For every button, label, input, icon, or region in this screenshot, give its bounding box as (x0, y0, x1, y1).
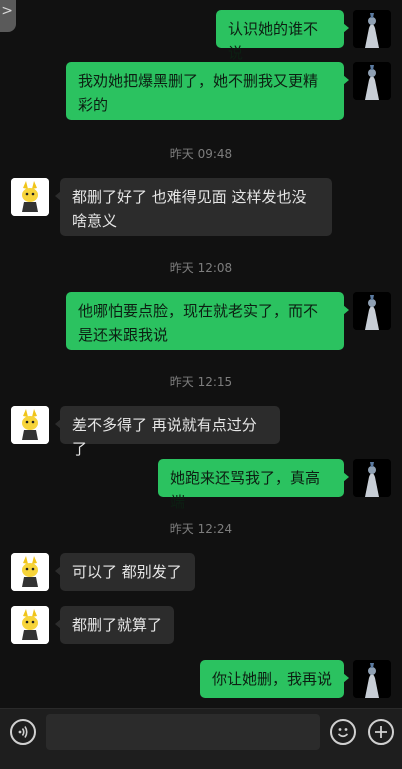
message-input[interactable] (46, 714, 320, 750)
message-bubble-sent[interactable]: 认识她的谁不说 (216, 10, 349, 62)
message-row: 她跑来还骂我了，真高端 (0, 459, 402, 511)
my-avatar[interactable] (353, 10, 391, 48)
contact-avatar[interactable] (11, 406, 49, 444)
message-bubble-received[interactable]: 都删了好了 也难得见面 这样发也没啥意义 (55, 178, 332, 236)
voice-button[interactable] (10, 719, 36, 745)
message-row: 都删了就算了 (0, 606, 402, 644)
timestamp: 昨天 09:48 (169, 147, 233, 161)
chat-area: > 认识她的谁不说 我劝她把爆黑删了，她不删我又更精彩的 昨天 09:48 都删… (0, 0, 402, 708)
message-row: 差不多得了 再说就有点过分了 (0, 406, 402, 458)
message-row: 都删了好了 也难得见面 这样发也没啥意义 (0, 178, 402, 236)
message-bubble-sent[interactable]: 他哪怕要点脸，现在就老实了，而不是还来跟我说 (66, 292, 349, 350)
my-avatar[interactable] (353, 292, 391, 330)
my-avatar[interactable] (353, 660, 391, 698)
my-avatar[interactable] (353, 62, 391, 100)
emoji-button[interactable] (330, 719, 356, 745)
message-bubble-received[interactable]: 差不多得了 再说就有点过分了 (55, 406, 280, 458)
message-row: 他哪怕要点脸，现在就老实了，而不是还来跟我说 (0, 292, 402, 350)
message-bubble-received[interactable]: 可以了 都别发了 (55, 553, 195, 591)
message-bubble-sent[interactable]: 你让她删，我再说 (200, 660, 349, 698)
input-bar (0, 708, 402, 769)
voice-icon (18, 726, 28, 738)
contact-avatar[interactable] (11, 178, 49, 216)
my-avatar[interactable] (353, 459, 391, 497)
contact-avatar[interactable] (11, 553, 49, 591)
message-row: 认识她的谁不说 (0, 10, 402, 62)
plus-icon (375, 726, 387, 738)
message-row: 可以了 都别发了 (0, 553, 402, 591)
message-row: 我劝她把爆黑删了，她不删我又更精彩的 (0, 62, 402, 120)
timestamp: 昨天 12:15 (169, 375, 233, 389)
message-bubble-received[interactable]: 都删了就算了 (55, 606, 174, 644)
message-bubble-sent[interactable]: 我劝她把爆黑删了，她不删我又更精彩的 (66, 62, 349, 120)
plus-button[interactable] (368, 719, 394, 745)
contact-avatar[interactable] (11, 606, 49, 644)
timestamp: 昨天 12:08 (169, 261, 233, 275)
emoji-icon (337, 728, 349, 738)
timestamp: 昨天 12:24 (169, 522, 233, 536)
message-row: 你让她删，我再说 (0, 660, 402, 698)
message-bubble-sent[interactable]: 她跑来还骂我了，真高端 (158, 459, 349, 511)
